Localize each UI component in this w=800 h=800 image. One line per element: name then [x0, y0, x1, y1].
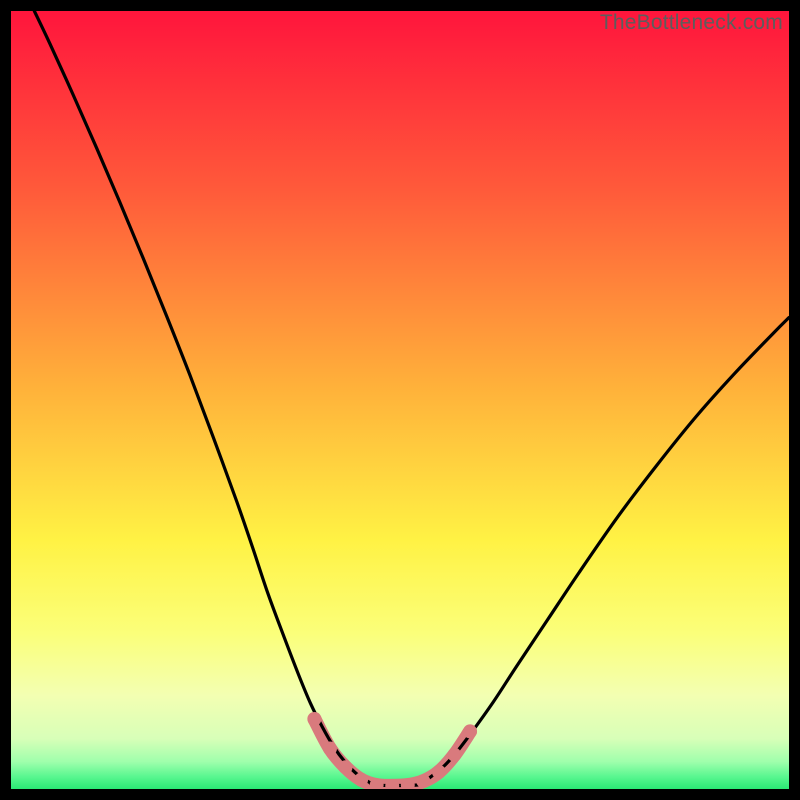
trough-marker-dot — [307, 712, 321, 726]
trough-marker-dot — [339, 760, 353, 774]
trough-marker-dot — [463, 724, 477, 738]
gradient-background — [11, 11, 789, 789]
chart-frame: TheBottleneck.com — [11, 11, 789, 789]
trough-marker-dot — [447, 748, 461, 762]
watermark-text: TheBottleneck.com — [600, 11, 783, 35]
chart-canvas — [11, 11, 789, 789]
trough-marker-dot — [354, 773, 368, 787]
trough-marker-dot — [416, 774, 430, 788]
trough-marker-dot — [323, 742, 337, 756]
trough-marker-dot — [432, 765, 446, 779]
